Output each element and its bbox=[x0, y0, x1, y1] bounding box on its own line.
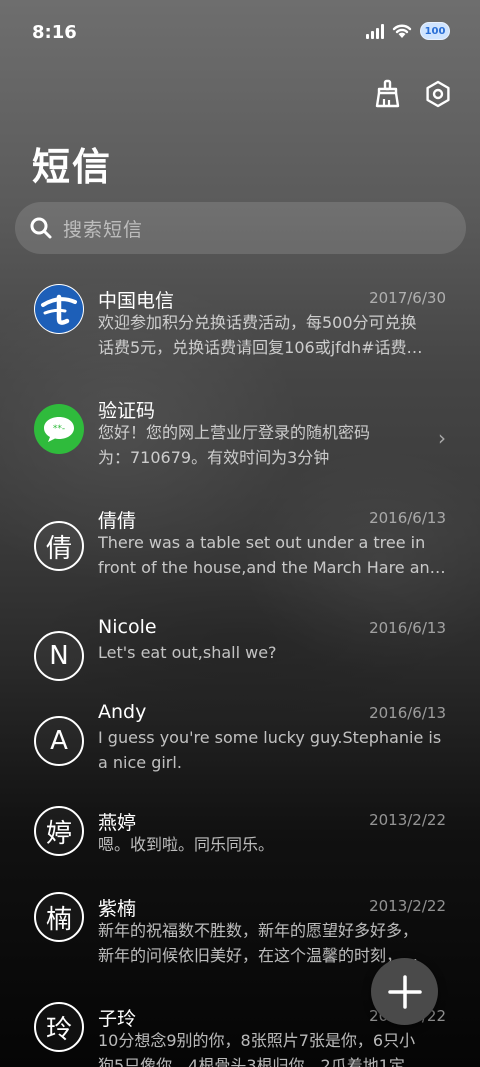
conversation-preview-line: I guess you're some lucky guy.Stephanie … bbox=[98, 728, 442, 747]
conversation-preview-line: There was a table set out under a tree i… bbox=[98, 533, 426, 552]
sms-avatar: **- bbox=[34, 404, 84, 454]
avatar: N bbox=[34, 631, 84, 681]
search-icon bbox=[30, 217, 52, 239]
conversation-preview-line: a nice girl. bbox=[98, 753, 182, 772]
avatar: 倩 bbox=[34, 521, 84, 571]
top-actions bbox=[372, 78, 454, 110]
search-input[interactable]: 搜索短信 bbox=[63, 215, 143, 242]
svg-text:**-: **- bbox=[53, 424, 65, 434]
conversation-item[interactable]: 中国电信 2017/6/30 欢迎参加积分兑换话费活动，每500分可兑换 话费5… bbox=[0, 280, 480, 380]
avatar: 玲 bbox=[34, 1002, 84, 1052]
conversation-name: 倩倩 bbox=[98, 510, 137, 532]
conversation-preview-line: 10分想念9别的你，8张照片7张是你，6只小 bbox=[98, 1031, 416, 1050]
conversation-date: 2016/6/13 bbox=[369, 704, 446, 722]
settings-button[interactable] bbox=[422, 78, 454, 110]
sms-bubble-icon: **- bbox=[44, 417, 74, 442]
conversation-name: 紫楠 bbox=[98, 898, 137, 920]
clean-button[interactable] bbox=[372, 78, 404, 110]
broom-icon bbox=[375, 79, 400, 108]
search-bar[interactable]: 搜索短信 bbox=[15, 202, 466, 254]
china-telecom-avatar bbox=[34, 284, 84, 334]
chevron-right-icon: › bbox=[438, 426, 446, 450]
new-message-button[interactable] bbox=[371, 958, 438, 1025]
conversation-name: 中国电信 bbox=[98, 290, 175, 312]
conversation-date: 2013/2/22 bbox=[369, 897, 446, 915]
wifi-icon bbox=[392, 24, 412, 38]
conversation-item[interactable]: **- 验证码 您好！您的网上营业厅登录的随机密码 为：710679。有效时间为… bbox=[0, 390, 480, 490]
conversation-preview-line: 嗯。收到啦。同乐同乐。 bbox=[98, 835, 275, 854]
conversation-name: 子玲 bbox=[98, 1008, 137, 1030]
conversation-preview-line: 您好！您的网上营业厅登录的随机密码 bbox=[98, 423, 371, 442]
conversation-preview-line: 新年的祝福数不胜数，新年的愿望好多好多， bbox=[98, 921, 419, 940]
conversation-item[interactable]: A Andy 2016/6/13 I guess you're some luc… bbox=[0, 695, 480, 795]
conversation-name: Andy bbox=[98, 701, 147, 723]
conversation-name: Nicole bbox=[98, 616, 157, 638]
china-telecom-logo bbox=[35, 285, 83, 333]
conversation-item[interactable]: 倩 倩倩 2016/6/13 There was a table set out… bbox=[0, 500, 480, 600]
avatar: A bbox=[34, 716, 84, 766]
status-time: 8:16 bbox=[32, 22, 77, 43]
conversation-date: 2017/6/30 bbox=[369, 289, 446, 307]
conversation-item[interactable]: N Nicole 2016/6/13 Let's eat out,shall w… bbox=[0, 610, 480, 690]
conversation-preview-line: Let's eat out,shall we? bbox=[98, 643, 277, 662]
conversation-name: 燕婷 bbox=[98, 812, 137, 834]
conversation-date: 2013/2/22 bbox=[369, 811, 446, 829]
signal-icon bbox=[366, 23, 384, 39]
avatar: 婷 bbox=[34, 806, 84, 856]
status-icons: 100 bbox=[366, 22, 450, 40]
conversation-preview-line: 欢迎参加积分兑换话费活动，每500分可兑换 bbox=[98, 313, 417, 332]
conversation-item[interactable]: 婷 燕婷 2013/2/22 嗯。收到啦。同乐同乐。 bbox=[0, 804, 480, 884]
avatar: 楠 bbox=[34, 892, 84, 942]
conversation-date: 2016/6/13 bbox=[369, 509, 446, 527]
conversation-date: 2016/6/13 bbox=[369, 619, 446, 637]
plus-icon bbox=[387, 974, 422, 1009]
battery-icon: 100 bbox=[420, 22, 450, 40]
conversation-preview-line: 狗5只像你，4根骨头3根归你，2爪着地1定… bbox=[98, 1056, 421, 1067]
conversation-preview-line: front of the house,and the March Hare an… bbox=[98, 558, 446, 577]
status-bar: 8:16 100 bbox=[0, 0, 480, 66]
gear-icon bbox=[426, 80, 450, 108]
conversation-name: 验证码 bbox=[98, 400, 156, 422]
conversation-preview-line: 为：710679。有效时间为3分钟 bbox=[98, 448, 330, 467]
page-title: 短信 bbox=[32, 145, 113, 189]
conversation-preview-line: 话费5元，兑换话费请回复106或jfdh#话费… bbox=[98, 338, 423, 357]
